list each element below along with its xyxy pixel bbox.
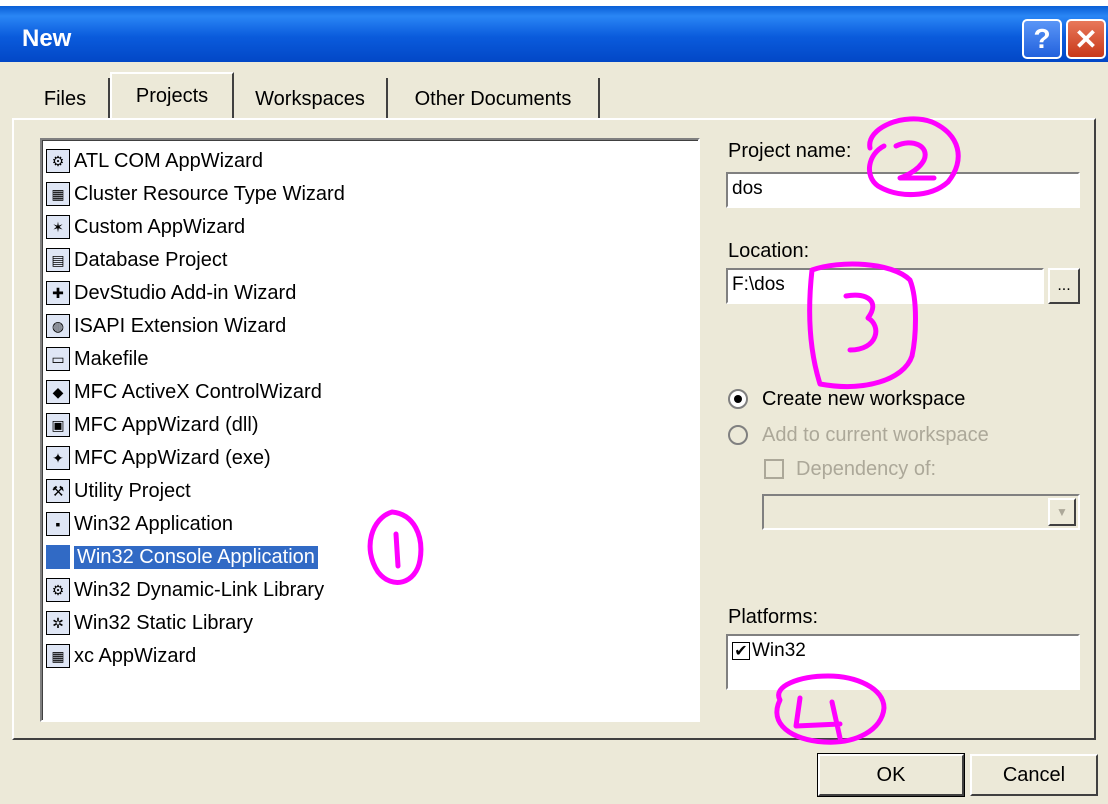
annotation-3	[807, 261, 918, 389]
annotation-4	[774, 673, 887, 745]
annotation-layer	[367, 116, 961, 745]
annotation-2	[867, 116, 961, 198]
annotation-1	[367, 509, 424, 585]
